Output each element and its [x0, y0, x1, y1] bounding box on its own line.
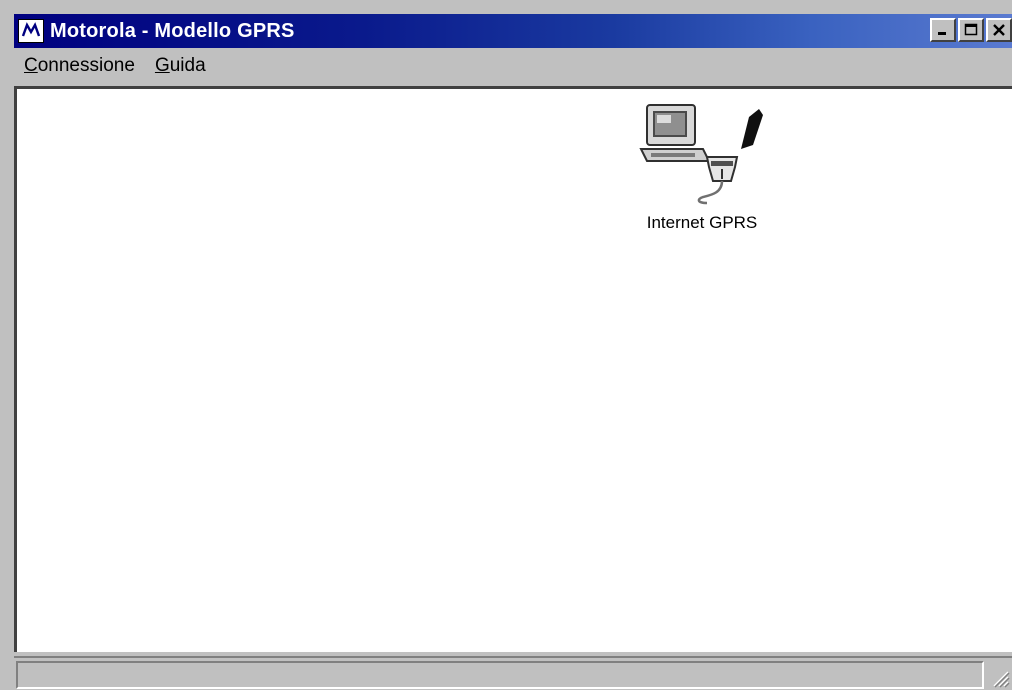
- menu-accelerator: C: [24, 55, 38, 76]
- maximize-icon: [964, 23, 978, 36]
- minimize-button[interactable]: [930, 18, 956, 42]
- close-button[interactable]: [986, 18, 1012, 42]
- menu-accelerator: G: [154, 55, 170, 76]
- dialup-connection-icon: [639, 104, 763, 205]
- connection-label: Internet GPRS: [646, 213, 758, 232]
- menu-connessione[interactable]: Connessione: [24, 55, 135, 77]
- application-window: Motorola - Modello GPRS Connessione Guid…: [0, 0, 1012, 690]
- window-title: Motorola - Modello GPRS: [50, 19, 295, 42]
- maximize-button[interactable]: [958, 18, 984, 42]
- menu-guida[interactable]: Guida: [155, 55, 206, 77]
- status-panel: [16, 661, 984, 689]
- window-controls: [928, 18, 1012, 42]
- menu-bar: Connessione Guida: [14, 50, 1012, 82]
- motorola-logo-icon[interactable]: [18, 19, 44, 43]
- connections-view[interactable]: Internet GPRS: [14, 86, 1012, 652]
- close-icon: [993, 24, 1005, 36]
- menu-label: uida: [169, 55, 206, 76]
- minimize-icon: [938, 32, 946, 35]
- title-bar[interactable]: Motorola - Modello GPRS: [14, 14, 1012, 48]
- connection-item-internet-gprs[interactable]: Internet GPRS: [627, 97, 777, 233]
- status-bar: [14, 656, 1012, 690]
- menu-label: onnessione: [37, 55, 135, 76]
- resize-grip-icon[interactable]: [988, 666, 1010, 688]
